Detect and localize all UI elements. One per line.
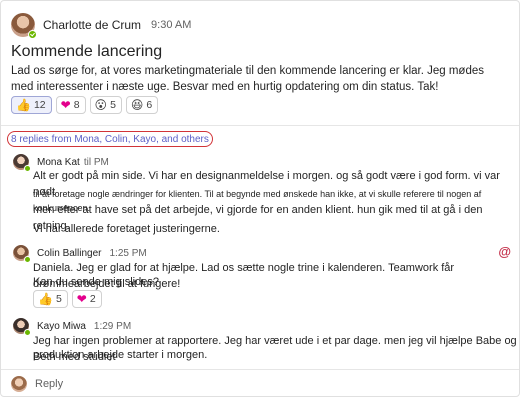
reaction-count: 5 [110,99,116,111]
reaction-heart[interactable]: ❤ 8 [55,96,86,114]
heart-icon: ❤ [60,98,71,112]
laughing-face-icon: 😆 [130,98,144,112]
reply-header: Colin Ballinger 1:25 PM [13,245,147,263]
avatar[interactable] [13,245,31,263]
post-reactions: 👍 12 ❤ 8 😮 5 😆 6 [11,96,159,114]
reply-timestamp: 1:25 PM [109,247,147,259]
avatar[interactable] [13,154,31,172]
reply-reactions: 👍 5 ❤ 2 [33,290,102,308]
reply-author[interactable]: Colin Ballinger [37,248,101,259]
presence-available-icon [28,30,37,39]
presence-available-icon [24,329,31,336]
presence-available-icon [24,165,31,172]
post-timestamp: 9:30 AM [151,19,192,31]
conversation-card: Charlotte de Crum 9:30 AM Kommende lance… [0,0,520,397]
reaction-thumbs-up[interactable]: 👍 5 [33,290,68,308]
avatar[interactable] [13,318,31,336]
reaction-surprised[interactable]: 😮 5 [89,96,122,114]
thumbs-up-icon: 👍 [16,98,31,112]
reaction-heart[interactable]: ❤ 2 [71,290,102,308]
replies-summary-link[interactable]: 8 replies from Mona, Colin, Kayo, and ot… [7,131,213,147]
reaction-count: 2 [89,293,96,305]
reply-header: Kayo Miwa 1:29 PM [13,318,132,336]
post-body: Lad os sørge for, at vores marketingmate… [11,65,484,93]
reply-box[interactable]: Reply [1,369,519,396]
avatar[interactable] [11,13,37,39]
avatar [11,376,27,392]
surprised-face-icon: 😮 [94,98,108,112]
reaction-count: 6 [146,99,153,111]
thread-divider [1,125,519,126]
reaction-count: 12 [33,99,46,111]
reaction-laughing[interactable]: 😆 6 [125,96,159,114]
reply-author[interactable]: Kayo Miwa [37,321,86,332]
reaction-thumbs-up[interactable]: 👍 12 [11,96,52,114]
mention-icon: @ [498,244,511,259]
reaction-count: 8 [73,99,80,111]
reply-timestamp: 1:29 PM [93,320,132,332]
reply-author[interactable]: Mona Kat [37,157,80,168]
post-title: Kommende lancering [11,43,163,60]
reaction-count: 5 [55,293,62,305]
reply-input[interactable]: Reply [35,378,63,390]
reply-text-line: Vi har allerede foretaget justeringerne. [33,223,220,235]
reply-text-line: Kan du sende mig slides? [33,276,159,288]
reply-timestamp: til PM [83,156,109,168]
reply-text-line: produktion arbejde starter i morgen. [33,349,208,361]
presence-available-icon [24,256,31,263]
post-header: Charlotte de Crum 9:30 AM [11,13,192,39]
post-author[interactable]: Charlotte de Crum [43,18,141,32]
heart-icon: ❤ [76,292,87,306]
thumbs-up-icon: 👍 [38,292,53,306]
